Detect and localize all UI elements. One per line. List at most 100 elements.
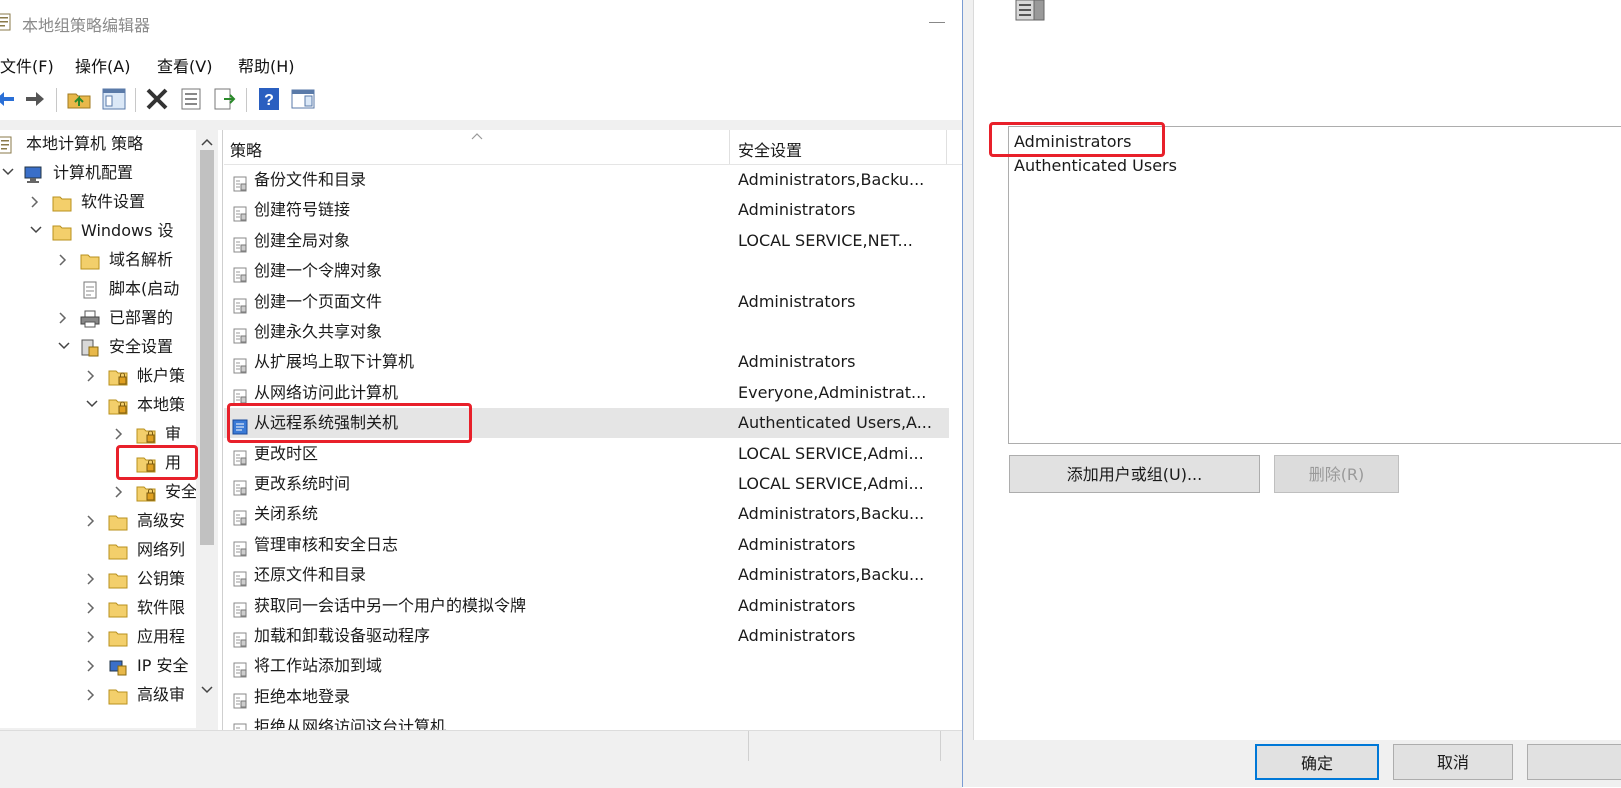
- show-hide-tree-icon[interactable]: [101, 86, 127, 112]
- chevron-right-icon[interactable]: [58, 304, 70, 332]
- user-group-list[interactable]: Administrators Authenticated Users: [1008, 126, 1621, 444]
- column-header-policy[interactable]: 策略: [230, 137, 262, 161]
- remove-button[interactable]: 删除(R): [1274, 455, 1399, 493]
- policy-row[interactable]: 关闭系统 Administrators,Backu...: [224, 499, 949, 529]
- lockfolder-icon: [108, 367, 128, 386]
- policy-row[interactable]: 拒绝从网络访问这台计算机: [224, 712, 949, 730]
- scroll-up-icon[interactable]: [201, 138, 213, 146]
- policy-name: 关闭系统: [254, 504, 319, 524]
- column-header-security-setting[interactable]: 安全设置: [738, 137, 802, 161]
- policy-row[interactable]: 管理审核和安全日志 Administrators: [224, 530, 949, 560]
- policy-row[interactable]: 创建全局对象 LOCAL SERVICE,NET...: [224, 226, 949, 256]
- tree-item[interactable]: 应用程: [0, 623, 196, 651]
- tree-item[interactable]: 本地计算机 策略: [0, 130, 196, 158]
- policy-row[interactable]: 创建永久共享对象: [224, 317, 949, 347]
- scroll-down-icon[interactable]: [201, 686, 213, 694]
- folder-icon: [80, 251, 100, 270]
- policy-name: 更改系统时间: [254, 474, 351, 493]
- policy-row[interactable]: 创建一个令牌对象: [224, 256, 949, 286]
- apply-button[interactable]: [1527, 744, 1621, 780]
- policy-row[interactable]: 创建符号链接 Administrators: [224, 195, 949, 225]
- tree-item[interactable]: 已部署的: [0, 304, 196, 332]
- tree-item[interactable]: Windows 设: [0, 217, 196, 245]
- minimize-button[interactable]: [925, 8, 955, 38]
- forward-arrow-icon[interactable]: [22, 86, 48, 112]
- chevron-right-icon[interactable]: [86, 681, 98, 709]
- list-header: 策略 安全设置: [224, 130, 962, 165]
- tree-item-label: 审: [165, 424, 182, 443]
- properties-icon[interactable]: [178, 86, 204, 112]
- policy-row[interactable]: 拒绝本地登录: [224, 682, 949, 712]
- policy-row[interactable]: 创建一个页面文件 Administrators: [224, 287, 949, 317]
- policy-properties-dialog: Administrators Authenticated Users 添加用户或…: [962, 0, 1621, 787]
- tree-item[interactable]: 公钥策: [0, 565, 196, 593]
- user-entry-authenticated-users[interactable]: Authenticated Users: [1014, 156, 1177, 175]
- policy-row[interactable]: 更改系统时间 LOCAL SERVICE,Admi...: [224, 469, 949, 499]
- chevron-right-icon[interactable]: [86, 623, 98, 651]
- tree-item[interactable]: 计算机配置: [0, 159, 196, 187]
- view-pane-icon[interactable]: [290, 86, 316, 112]
- chevron-right-icon[interactable]: [86, 507, 98, 535]
- cancel-button[interactable]: 取消: [1393, 744, 1513, 780]
- chevron-right-icon[interactable]: [86, 362, 98, 390]
- tree-item-label: 已部署的: [109, 308, 174, 327]
- chevron-right-icon[interactable]: [114, 478, 126, 506]
- chevron-right-icon[interactable]: [86, 565, 98, 593]
- toolbar: ?: [0, 82, 995, 116]
- policy-row[interactable]: 获取同一会话中另一个用户的模拟令牌 Administrators: [224, 591, 949, 621]
- menu-view[interactable]: 查看(V): [157, 53, 212, 77]
- ipsec-icon: [108, 657, 128, 676]
- back-arrow-icon[interactable]: [0, 86, 20, 112]
- policy-row[interactable]: 更改时区 LOCAL SERVICE,Admi...: [224, 439, 949, 469]
- policy-row[interactable]: 从扩展坞上取下计算机 Administrators: [224, 347, 949, 377]
- tree-item[interactable]: 网络列: [0, 536, 196, 564]
- tree-item[interactable]: 帐户策: [0, 362, 196, 390]
- menu-help[interactable]: 帮助(H): [238, 53, 295, 77]
- tree-item[interactable]: IP 安全: [0, 652, 196, 680]
- chevron-right-icon[interactable]: [114, 420, 126, 448]
- policy-row[interactable]: 备份文件和目录 Administrators,Backu...: [224, 165, 949, 195]
- policy-row[interactable]: 还原文件和目录 Administrators,Backu...: [224, 560, 949, 590]
- chevron-down-icon[interactable]: [86, 391, 98, 419]
- tree-item[interactable]: 软件限: [0, 594, 196, 622]
- tree-item-label: Windows 设: [81, 221, 174, 240]
- help-icon[interactable]: ?: [256, 86, 282, 112]
- policy-row[interactable]: 加载和卸载设备驱动程序 Administrators: [224, 621, 949, 651]
- tree-item[interactable]: 审: [0, 420, 196, 448]
- folder-icon: [108, 570, 128, 589]
- tree-item-label: 本地计算机 策略: [26, 134, 144, 153]
- tree-item[interactable]: 脚本(启动: [0, 275, 196, 303]
- policy-item-icon: [232, 567, 248, 587]
- tree-item-label: 帐户策: [137, 366, 186, 385]
- tree-item[interactable]: 高级审: [0, 681, 196, 709]
- tree-pane[interactable]: 本地计算机 策略计算机配置 软件设置 Windows 设域名解析 脚本(启动已部署的安…: [0, 130, 223, 750]
- chevron-down-icon[interactable]: [58, 333, 70, 361]
- tree-item[interactable]: 本地策: [0, 391, 196, 419]
- policy-row[interactable]: 将工作站添加到域: [224, 651, 949, 681]
- tree-item-label: 高级安: [137, 511, 186, 530]
- tree-item[interactable]: 软件设置: [0, 188, 196, 216]
- tree-item[interactable]: 域名解析: [0, 246, 196, 274]
- chevron-right-icon[interactable]: [86, 652, 98, 680]
- tree-item[interactable]: 安全: [0, 478, 197, 506]
- up-folder-icon[interactable]: [66, 86, 92, 112]
- export-list-icon[interactable]: [212, 86, 238, 112]
- menu-file[interactable]: 文件(F): [0, 53, 54, 77]
- tree-scroll-thumb[interactable]: [200, 150, 214, 545]
- chevron-right-icon[interactable]: [30, 188, 42, 216]
- menu-action[interactable]: 操作(A): [75, 53, 130, 77]
- add-user-or-group-button[interactable]: 添加用户或组(U)...: [1009, 455, 1260, 493]
- ok-button[interactable]: 确定: [1255, 744, 1379, 780]
- chevron-right-icon[interactable]: [86, 594, 98, 622]
- tree-item[interactable]: 高级安: [0, 507, 196, 535]
- policy-security-setting: Administrators,Backu...: [738, 504, 925, 524]
- chevron-down-icon[interactable]: [30, 217, 42, 245]
- tree-item[interactable]: 安全设置: [0, 333, 196, 361]
- policy-name: 更改时区: [254, 443, 319, 463]
- delete-x-icon[interactable]: [144, 86, 170, 112]
- highlight-box-user-rights: [116, 445, 198, 480]
- policy-item-icon: [232, 354, 248, 374]
- tree-vertical-scrollbar[interactable]: [196, 130, 218, 730]
- chevron-right-icon[interactable]: [58, 246, 70, 274]
- chevron-down-icon[interactable]: [2, 159, 14, 187]
